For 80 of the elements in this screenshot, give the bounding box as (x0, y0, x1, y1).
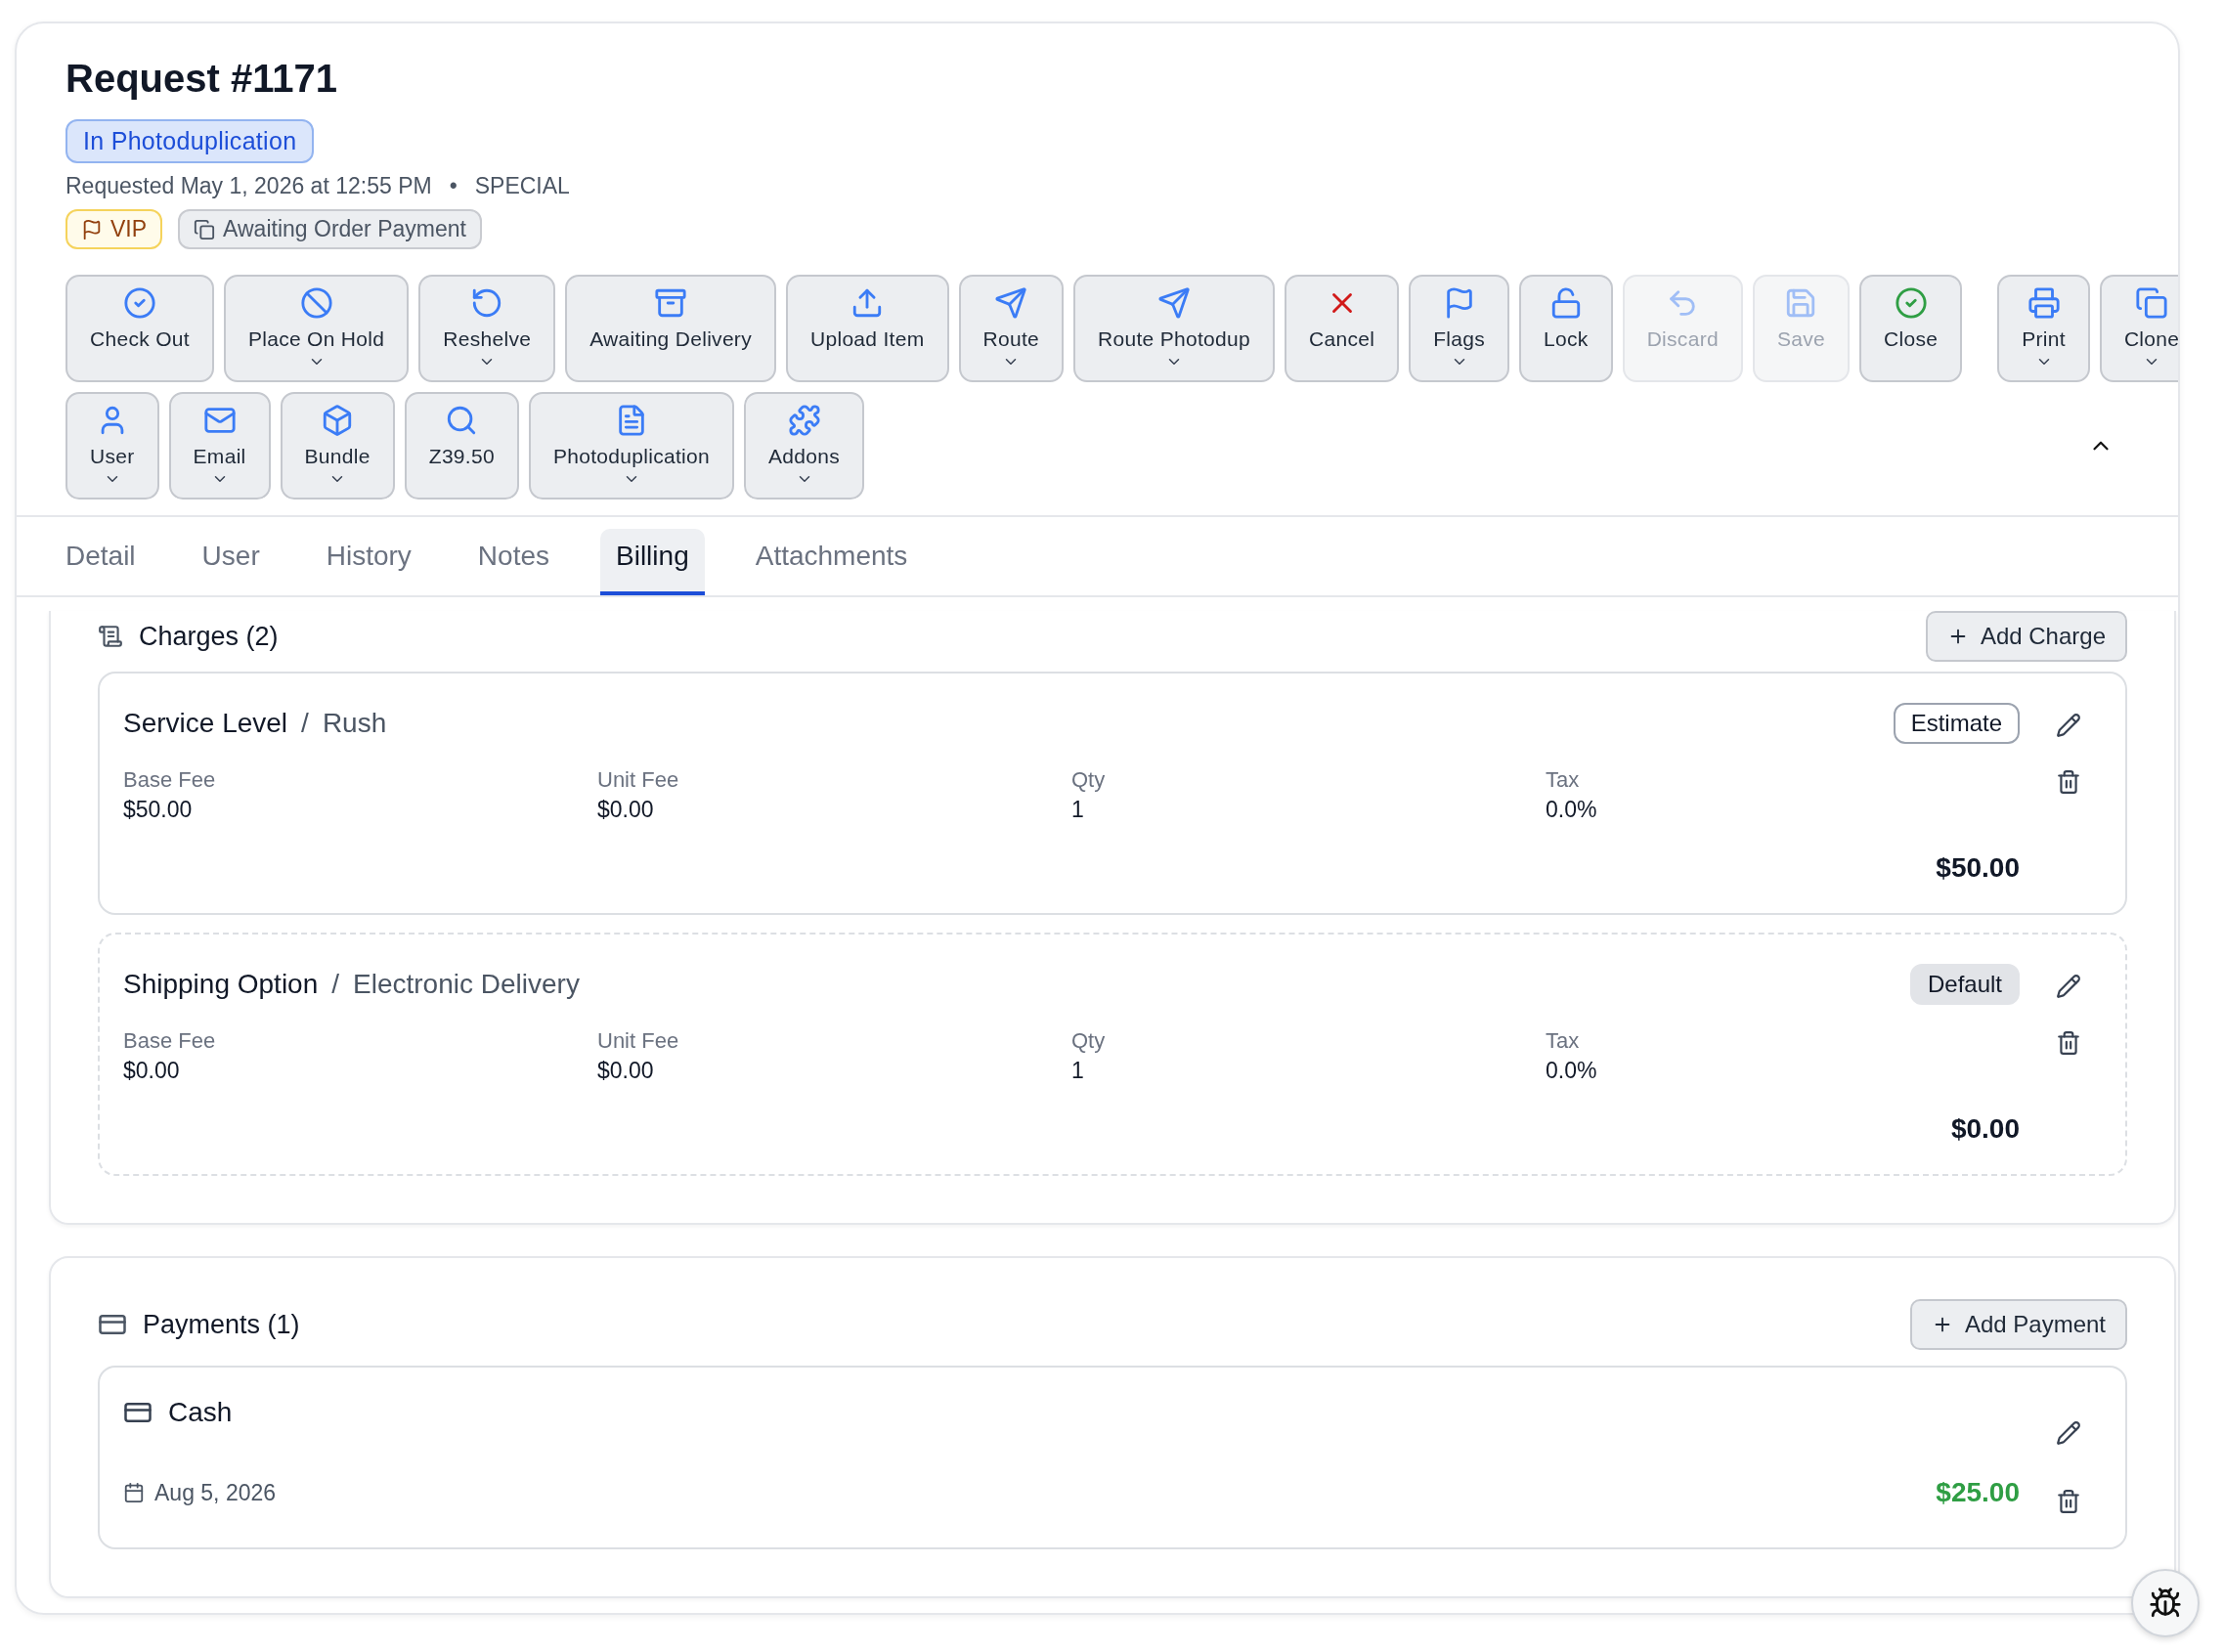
field-value: $50.00 (123, 797, 193, 823)
charge-total: $50.00 (1936, 852, 2020, 884)
toolbar-button[interactable]: Photoduplication (528, 392, 735, 500)
field-value: 1 (1071, 1058, 1084, 1084)
charge-total: $0.00 (1950, 1113, 2020, 1145)
charge-name: Shipping Option (123, 969, 319, 1000)
payment-date: Aug 5, 2026 (154, 1479, 277, 1506)
field-value: 1 (1071, 797, 1084, 823)
tab[interactable]: User (186, 529, 276, 595)
field-label: Base Fee (123, 767, 216, 793)
toolbar-button[interactable]: Lock (1519, 275, 1613, 382)
page-title: Request #1171 (65, 56, 337, 102)
field-label: Qty (1071, 767, 1106, 793)
debug-button[interactable] (2131, 1569, 2200, 1637)
requested-date: Requested May 1, 2026 at 12:55 PM (65, 173, 432, 199)
payment-amount: $25.00 (1936, 1477, 2020, 1508)
field-value: $0.00 (123, 1058, 180, 1084)
toolbar-button[interactable]: Addons (744, 392, 865, 500)
field-label: Unit Fee (597, 767, 679, 793)
toolbar-button[interactable]: Route Photodup (1073, 275, 1276, 382)
puzzle-icon (787, 404, 821, 437)
document-icon (98, 624, 123, 649)
copy-icon (194, 218, 216, 240)
toolbar-button[interactable]: Print (1997, 275, 2090, 382)
slash-separator: / (301, 708, 309, 739)
toolbar-button[interactable]: User (65, 392, 159, 500)
toolbar-button[interactable]: Email (168, 392, 271, 500)
ban-icon (299, 286, 333, 320)
toolbar-button[interactable]: Route (958, 275, 1065, 382)
send-icon (1157, 286, 1192, 320)
field-label: Tax (1546, 767, 1580, 793)
field-value: 0.0% (1546, 797, 1597, 823)
flag-icon (81, 218, 103, 240)
charge-option: Electronic Delivery (353, 969, 580, 1000)
toolbar-button[interactable]: Cancel (1285, 275, 1400, 382)
printer-icon (2027, 286, 2061, 320)
check-circle-icon (1894, 286, 1928, 320)
payment-method: Cash (168, 1397, 233, 1428)
toolbar-button[interactable]: Bundle (280, 392, 395, 500)
toolbar-button[interactable]: Reshelve (418, 275, 556, 382)
toolbar-button[interactable]: Flags (1409, 275, 1510, 382)
check-circle-icon (122, 286, 156, 320)
add-payment-button[interactable]: Add Payment (1909, 1299, 2127, 1350)
bug-icon (2149, 1587, 2182, 1620)
field-label: Tax (1546, 1028, 1580, 1054)
charge-name: Service Level (123, 708, 288, 739)
toolbar-button[interactable]: Place On Hold (223, 275, 410, 382)
tab[interactable]: History (310, 529, 427, 595)
tag: VIP (65, 209, 163, 249)
field-label: Base Fee (123, 1028, 216, 1054)
tag: Awaiting Order Payment (178, 209, 482, 249)
toolbar-button[interactable]: Check Out (65, 275, 214, 382)
toolbar-button[interactable]: Upload Item (785, 275, 949, 382)
field-value: $0.00 (597, 1058, 654, 1084)
status-badge: In Photoduplication (65, 119, 315, 163)
tab[interactable]: Attachments (739, 529, 924, 595)
archive-icon (654, 286, 688, 320)
field-label: Qty (1071, 1028, 1106, 1054)
tab[interactable]: Billing (600, 529, 705, 595)
toolbar-button[interactable]: Close (1859, 275, 1963, 382)
slash-separator: / (331, 969, 340, 1000)
toolbar-button[interactable]: Z39.50 (404, 392, 519, 500)
send-icon (994, 286, 1028, 320)
tab[interactable]: Notes (461, 529, 565, 595)
toolbar-button[interactable]: Awaiting Delivery (565, 275, 776, 382)
section-title: Payments (1) (143, 1309, 301, 1340)
charge-badge: Estimate (1893, 703, 2020, 744)
separator-dot: • (449, 173, 458, 199)
tab[interactable]: Detail (50, 529, 152, 595)
calendar-icon (123, 1482, 145, 1503)
charge-badge: Default (1909, 964, 2020, 1005)
field-label: Unit Fee (597, 1028, 679, 1054)
copy-icon (2135, 286, 2169, 320)
field-value: $0.00 (597, 797, 654, 823)
charge-option: Rush (322, 708, 387, 739)
toolbar-button[interactable]: Clone (2099, 275, 2178, 382)
add-charge-button[interactable]: Add Charge (1925, 611, 2127, 662)
field-value: 0.0% (1546, 1058, 1597, 1084)
section-title: Charges (2) (139, 621, 280, 652)
request-type: SPECIAL (474, 173, 570, 199)
